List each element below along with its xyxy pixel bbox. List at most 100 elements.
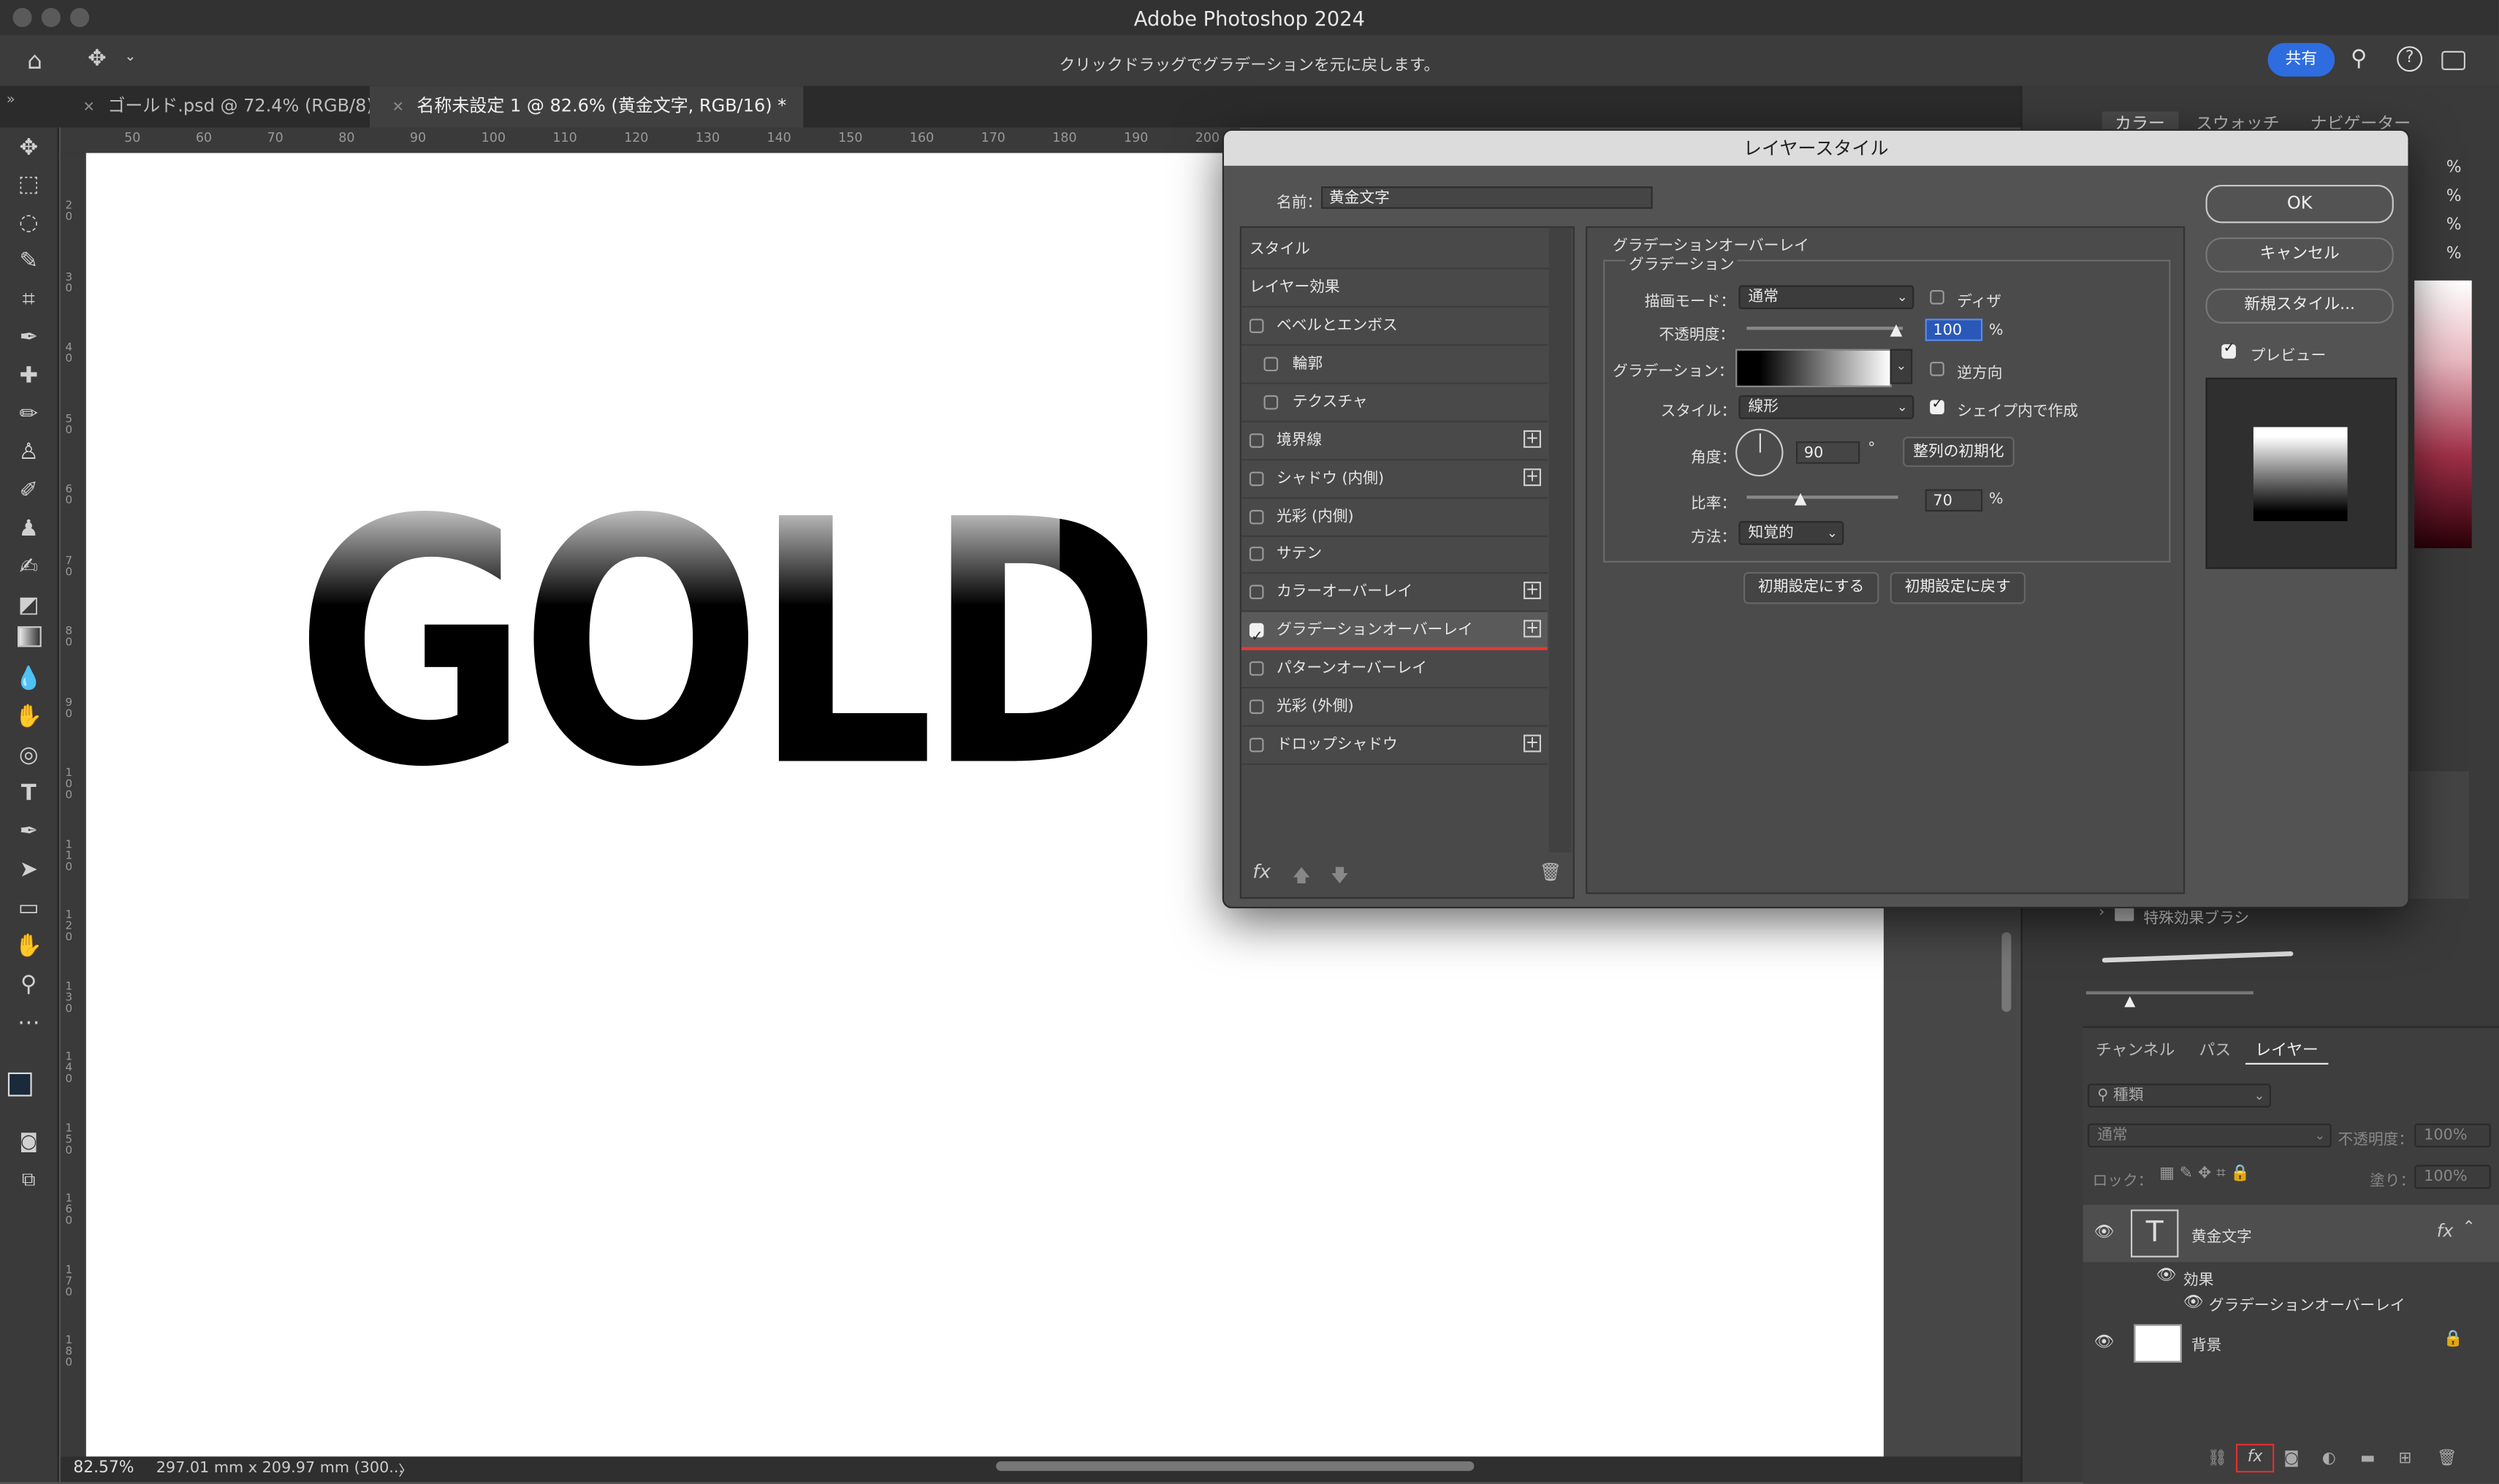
scale-slider[interactable] [1746, 495, 1898, 499]
effect-checkbox[interactable] [1249, 433, 1264, 448]
layer-row-background[interactable]: 👁 背景 🔒 [2083, 1317, 2499, 1371]
opacity-field[interactable]: 100% [2414, 1123, 2491, 1148]
tab-gold-psd[interactable]: ✕ ゴールド.psd @ 72.4% (RGB/8) * [61, 86, 389, 128]
brush-size-slider[interactable] [2085, 991, 2253, 994]
tab-channels[interactable]: チャンネル [2096, 1039, 2184, 1063]
more-tools-icon[interactable]: ⋯ [11, 1007, 46, 1039]
visibility-eye-icon[interactable]: 👁 [2183, 1294, 2204, 1312]
add-mask-icon[interactable]: ◙ [2283, 1450, 2299, 1468]
fx-icon[interactable]: fx [2437, 1221, 2454, 1241]
styles-header[interactable]: スタイル [1241, 231, 1556, 270]
new-style-button[interactable]: 新規スタイル... [2205, 288, 2394, 324]
path-select-tool[interactable]: ➤ [11, 854, 46, 886]
layer-effects-header[interactable]: レイヤー効果 [1241, 270, 1556, 308]
effect-item[interactable]: シャドウ (内側) + [1241, 460, 1548, 498]
add-effect-icon[interactable]: + [1524, 734, 1542, 753]
lasso-tool[interactable]: ◌ [11, 208, 46, 240]
trash-icon[interactable]: 🗑 [2437, 1450, 2457, 1468]
angle-input[interactable]: 90 [1795, 441, 1860, 464]
move-up-icon[interactable]: 🡅 [1293, 862, 1311, 892]
screen-mode-icon[interactable]: ⧉ [11, 1163, 46, 1195]
effect-item[interactable]: 境界線 + [1241, 422, 1548, 460]
reset-to-default-button[interactable]: 初期設定に戻す [1890, 571, 2026, 604]
opacity-slider[interactable] [1746, 327, 1903, 330]
effect-item[interactable]: 輪郭 [1241, 346, 1548, 384]
angle-dial[interactable] [1735, 428, 1784, 477]
gradient-preview[interactable] [1735, 349, 1892, 387]
effect-item[interactable]: ドロップシャドウ + [1241, 726, 1548, 765]
chevron-down-icon[interactable]: ⌄ [1890, 349, 1913, 384]
effect-item[interactable]: パターンオーバーレイ [1241, 650, 1548, 689]
effect-checkbox[interactable] [1249, 699, 1264, 715]
effect-checkbox[interactable] [1249, 585, 1264, 600]
tab-layers[interactable]: レイヤー [2245, 1039, 2328, 1065]
visibility-eye-icon[interactable]: 👁 [2156, 1267, 2177, 1285]
healing-brush-tool[interactable]: ✚ [11, 360, 46, 392]
align-with-shape-checkbox[interactable] [1930, 397, 1944, 415]
crop-tool[interactable]: ⌗ [11, 284, 46, 316]
method-select[interactable]: 知覚的 ⌄ [1738, 521, 1844, 545]
art-history-brush-tool[interactable]: ✍ [11, 552, 46, 584]
blend-mode-select[interactable]: 通常 ⌄ [2088, 1123, 2332, 1148]
add-effect-icon[interactable]: + [1524, 430, 1542, 448]
cancel-button[interactable]: キャンセル [2205, 237, 2394, 273]
chevron-up-icon[interactable]: ⌃ [2462, 1219, 2476, 1236]
blend-mode-select[interactable]: 通常 ⌄ [1738, 285, 1914, 310]
hand-tool[interactable]: ✋ [11, 931, 46, 963]
blur-tool[interactable]: 💧 [11, 663, 46, 695]
clone-stamp-tool[interactable]: ♙ [11, 437, 46, 469]
help-icon[interactable]: ? [2397, 46, 2423, 72]
quick-select-tool[interactable]: ✎ [11, 246, 46, 278]
type-tool[interactable]: T [11, 777, 46, 810]
trash-icon[interactable]: 🗑 [1540, 862, 1562, 883]
effect-item[interactable]: グラデーションオーバーレイ + [1241, 612, 1548, 657]
tab-untitled-1[interactable]: ✕ 名称未設定 1 @ 82.6% (黄金文字, RGB/16) * [369, 85, 804, 128]
rectangle-tool[interactable]: ▭ [11, 892, 46, 924]
search-icon[interactable]: ⚲ [2351, 46, 2367, 72]
effect-checkbox[interactable] [1249, 661, 1264, 676]
add-effect-icon[interactable]: + [1524, 620, 1542, 638]
close-tab-icon[interactable]: ✕ [83, 100, 94, 116]
pen-tool[interactable]: ✒ [11, 816, 46, 848]
effect-item[interactable]: グラデーションオーバーレイ [2209, 1293, 2405, 1314]
ok-button[interactable]: OK [2205, 184, 2394, 224]
share-button[interactable]: 共有 [2267, 42, 2335, 77]
effect-checkbox[interactable] [1249, 509, 1264, 524]
dither-checkbox[interactable] [1930, 289, 1944, 305]
effect-checkbox[interactable] [1249, 547, 1264, 562]
eyedropper-tool[interactable]: ✒ [11, 322, 46, 354]
layer-filter-select[interactable]: ⚲ 種類 ⌄ [2088, 1084, 2271, 1108]
vertical-scrollbar[interactable] [2001, 932, 2012, 1012]
workspace-icon[interactable] [2441, 50, 2466, 70]
collapse-toolbar-icon[interactable]: » [7, 92, 15, 108]
brush-folder-name[interactable]: 特殊効果ブラシ [2143, 905, 2249, 927]
layer-row-text[interactable]: 👁 T 黄金文字 fx ⌃ [2082, 1204, 2499, 1263]
layer-name[interactable]: 黄金文字 [2191, 1224, 2252, 1247]
add-effect-icon[interactable]: + [1524, 468, 1542, 486]
status-menu-icon[interactable]: 〉 [398, 1460, 413, 1480]
add-layer-style-icon[interactable]: fx [2235, 1443, 2275, 1473]
stamp-icon[interactable]: ♟ [11, 513, 46, 545]
dodge-tool[interactable]: ✋ [11, 701, 46, 734]
foreground-color-swatch[interactable] [7, 1072, 32, 1097]
slider-thumb-icon[interactable]: ▲ [1795, 491, 1807, 509]
history-brush-tool[interactable]: ✐ [11, 475, 46, 507]
scale-input[interactable]: 70 [1925, 489, 1983, 512]
opacity-input[interactable]: 100 [1925, 319, 1983, 341]
tab-paths[interactable]: パス [2189, 1039, 2240, 1063]
visibility-eye-icon[interactable]: 👁 [2094, 1333, 2115, 1351]
marquee-tool[interactable]: ⬚ [11, 169, 46, 201]
add-effect-icon[interactable]: + [1524, 582, 1542, 600]
quick-mask-icon[interactable]: ◙ [11, 1125, 46, 1157]
gradient-style-select[interactable]: 線形 ⌄ [1738, 395, 1914, 419]
sponge-tool[interactable]: ◎ [11, 739, 46, 772]
effect-checkbox[interactable] [1249, 319, 1264, 333]
slider-thumb-icon[interactable]: ▲ [1890, 322, 1903, 340]
horizontal-scrollbar[interactable] [996, 1461, 1475, 1472]
fx-menu-icon[interactable]: fx [1252, 861, 1271, 883]
lock-icons[interactable]: ▦ ✎ ✥ ⌗ 🔒 [2159, 1165, 2250, 1182]
close-tab-icon[interactable]: ✕ [392, 100, 404, 116]
fill-field[interactable]: 100% [2414, 1165, 2491, 1190]
effect-item[interactable]: 光彩 (内側) [1241, 498, 1548, 536]
visibility-eye-icon[interactable]: 👁 [2094, 1224, 2115, 1241]
